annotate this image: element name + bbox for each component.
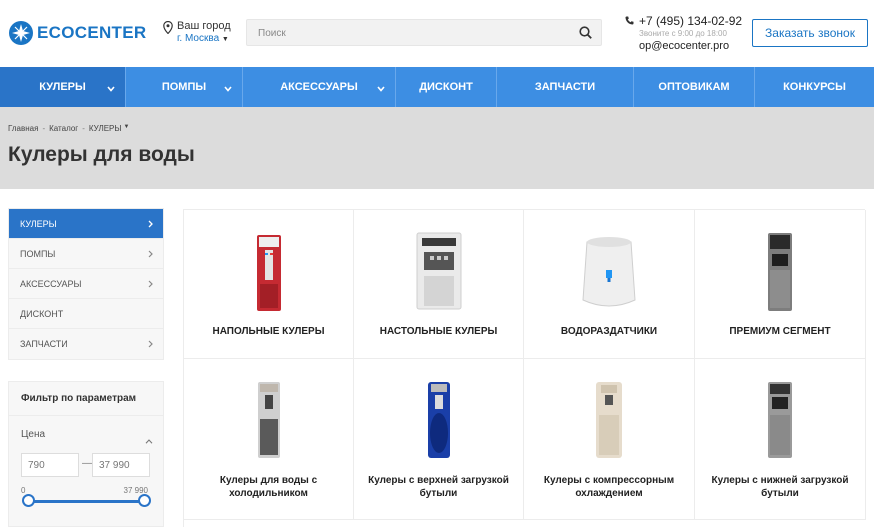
chevron-up-icon[interactable] <box>145 431 153 449</box>
caret-down-icon: ▼ <box>123 124 130 130</box>
callback-button[interactable]: Заказать звонок <box>752 19 868 47</box>
nav-item-contests[interactable]: КОНКУРСЫ <box>755 67 874 107</box>
category-card-premium[interactable]: ПРЕМИУМ СЕГМЕНТ <box>695 210 866 359</box>
nav-item-wholesale[interactable]: ОПТОВИКАМ <box>634 67 755 107</box>
chevron-right-icon <box>148 220 153 230</box>
phone-number[interactable]: +7 (495) 134-02-92 <box>639 14 742 28</box>
breadcrumb-current[interactable]: КУЛЕРЫ <box>89 124 122 133</box>
category-card-table-coolers[interactable]: НАСТОЛЬНЫЕ КУЛЕРЫ <box>354 210 524 359</box>
nav-item-label: КУЛЕРЫ <box>39 81 86 93</box>
breadcrumb: Главная - Каталог - КУЛЕРЫ ▼ <box>8 124 129 133</box>
subcategory-card-compressor[interactable]: Кулеры с компрессорным охлаждением <box>524 359 695 520</box>
city-value[interactable]: г. Москва ▼ <box>177 33 229 44</box>
work-hours: Звоните с 9:00 до 18:00 <box>639 29 727 38</box>
sidebar-item-label: АКСЕССУАРЫ <box>20 278 82 289</box>
sidebar-item-pumps[interactable]: ПОМПЫ <box>9 239 163 269</box>
sidebar-item-label: ЗАПЧАСТИ <box>20 339 68 349</box>
caret-down-icon: ▼ <box>221 36 229 43</box>
nav-item-pumps[interactable]: ПОМПЫ <box>126 67 243 107</box>
compressor-cooler-image <box>595 381 623 464</box>
sidebar-item-label: ДИСКОНТ <box>20 308 64 319</box>
category-name: ПРЕМИУМ СЕГМЕНТ <box>729 326 831 337</box>
subcategory-card-bottom-load[interactable]: Кулеры с нижней загрузкой бутыли <box>695 359 866 520</box>
logo-text: ECOCENTER <box>37 23 147 42</box>
page-title: Кулеры для воды <box>8 143 195 166</box>
chevron-right-icon <box>148 340 153 350</box>
main-nav: КУЛЕРЫ ПОМПЫ АКСЕССУАРЫ ДИСКОНТ ЗАПЧАСТИ… <box>0 67 874 107</box>
chevron-right-icon <box>148 250 153 260</box>
chevron-down-icon <box>107 83 115 95</box>
category-name: НАСТОЛЬНЫЕ КУЛЕРЫ <box>379 326 498 337</box>
cooler-with-fridge-image <box>257 381 281 464</box>
category-card-dispensers[interactable]: ВОДОРАЗДАТЧИКИ <box>524 210 695 359</box>
sidebar-item-spare-parts[interactable]: ЗАПЧАСТИ <box>9 329 163 359</box>
category-grid: НАПОЛЬНЫЕ КУЛЕРЫ НАСТОЛЬНЫЕ КУЛЕРЫ ВОДОР… <box>183 209 866 527</box>
breadcrumb-separator: - <box>82 124 85 133</box>
search-icon[interactable] <box>579 26 592 44</box>
premium-cooler-image <box>767 232 793 317</box>
breadcrumb-catalog[interactable]: Каталог <box>49 124 78 133</box>
category-name: ВОДОРАЗДАТЧИКИ <box>560 326 658 337</box>
price-label[interactable]: Цена <box>21 429 45 440</box>
price-dash: — <box>82 458 92 469</box>
city-label: Ваш город <box>177 20 231 32</box>
price-from-input[interactable] <box>21 453 79 477</box>
phone-icon <box>625 16 634 28</box>
nav-item-spare-parts[interactable]: ЗАПЧАСТИ <box>497 67 634 107</box>
nav-item-label: КОНКУРСЫ <box>783 81 846 93</box>
city-value-text: г. Москва <box>177 33 220 44</box>
search-input[interactable] <box>258 26 558 40</box>
subcategory-name: Кулеры для воды с холодильником <box>219 475 318 499</box>
title-band: Главная - Каталог - КУЛЕРЫ ▼ Кулеры для … <box>0 107 874 189</box>
bottom-load-cooler-image <box>767 381 793 464</box>
sidebar-item-accessories[interactable]: АКСЕССУАРЫ <box>9 269 163 299</box>
subcategory-name: Кулеры с верхней загрузкой бутыли <box>368 475 509 499</box>
nav-item-accessories[interactable]: АКСЕССУАРЫ <box>243 67 396 107</box>
price-slider-max-handle[interactable] <box>138 494 151 507</box>
site-header: ECOCENTER Ваш город г. Москва ▼ +7 (495)… <box>0 0 874 67</box>
subcategory-card-top-load[interactable]: Кулеры с верхней загрузкой бутыли <box>354 359 524 520</box>
price-slider-track[interactable] <box>28 500 144 503</box>
nav-item-label: ДИСКОНТ <box>419 81 473 93</box>
subcategory-name: Кулеры с нижней загрузкой бутыли <box>711 475 849 499</box>
sidebar-item-coolers[interactable]: КУЛЕРЫ <box>9 209 163 239</box>
nav-item-label: ПОМПЫ <box>161 81 207 93</box>
sidebar-item-discount[interactable]: ДИСКОНТ <box>9 299 163 329</box>
sidebar-menu: КУЛЕРЫ ПОМПЫ АКСЕССУАРЫ ДИСКОНТ ЗАПЧАСТИ <box>8 208 164 360</box>
chevron-down-icon <box>224 83 232 95</box>
nav-item-label: ОПТОВИКАМ <box>658 81 730 93</box>
search-box <box>246 19 602 46</box>
sidebar-item-label: ПОМПЫ <box>20 248 56 259</box>
logo[interactable]: ECOCENTER <box>8 20 146 46</box>
leaf-logo-icon <box>8 20 34 46</box>
filter-title: Фильтр по параметрам <box>9 382 163 416</box>
nav-item-coolers[interactable]: КУЛЕРЫ <box>0 67 126 107</box>
chevron-right-icon <box>148 280 153 290</box>
breadcrumb-separator: - <box>42 124 46 133</box>
chevron-down-icon <box>377 83 385 95</box>
location-pin-icon <box>163 20 173 37</box>
dispenser-image <box>579 234 639 317</box>
subcategory-card-with-fridge[interactable]: Кулеры для воды с холодильником <box>184 359 354 520</box>
nav-item-discount[interactable]: ДИСКОНТ <box>396 67 497 107</box>
category-name: НАПОЛЬНЫЕ КУЛЕРЫ <box>212 326 325 337</box>
floor-cooler-image <box>256 234 282 317</box>
nav-item-label: ЗАПЧАСТИ <box>534 81 596 93</box>
price-slider-min-handle[interactable] <box>22 494 35 507</box>
filter-panel: Фильтр по параметрам Цена — 0 37 990 <box>8 381 164 527</box>
top-load-cooler-image <box>427 381 451 464</box>
breadcrumb-home[interactable]: Главная <box>8 124 38 133</box>
category-card-floor-coolers[interactable]: НАПОЛЬНЫЕ КУЛЕРЫ <box>184 210 354 359</box>
table-cooler-image <box>416 232 462 315</box>
sidebar-item-label: КУЛЕРЫ <box>20 218 57 229</box>
price-to-input[interactable] <box>92 453 150 477</box>
nav-item-label: АКСЕССУАРЫ <box>280 81 358 93</box>
email-link[interactable]: op@ecocenter.pro <box>639 40 729 52</box>
subcategory-name: Кулеры с компрессорным охлаждением <box>543 475 675 499</box>
